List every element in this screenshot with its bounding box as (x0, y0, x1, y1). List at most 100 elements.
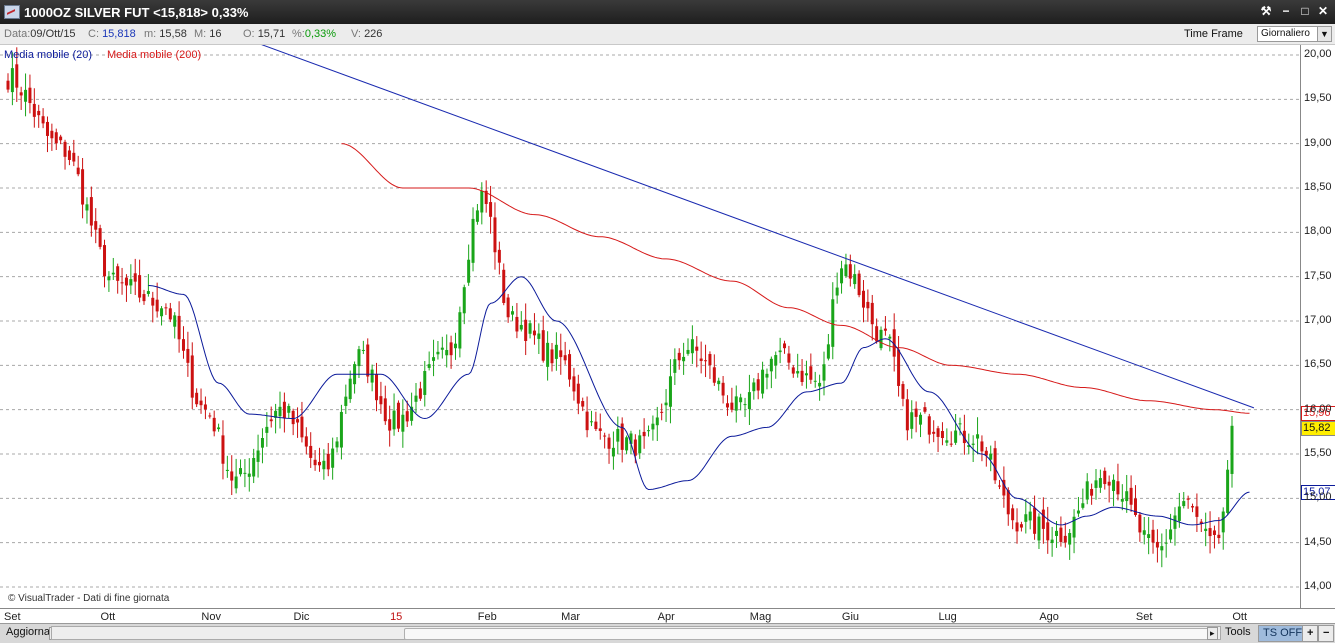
candle-up (1081, 503, 1085, 508)
candle-up (511, 311, 515, 315)
horizontal-scrollbar[interactable] (51, 626, 1221, 640)
candle-up (445, 349, 449, 356)
candle-down (594, 421, 598, 430)
candle-down (1006, 490, 1010, 515)
max-readout: M: 16 (194, 28, 222, 40)
scroll-right-arrow[interactable]: ▸ (1207, 627, 1218, 640)
candle-up (1221, 511, 1225, 533)
candle-up (322, 460, 326, 470)
candle-down (550, 349, 554, 364)
candle-up (85, 204, 89, 211)
candle-down (59, 136, 63, 141)
candle-down (177, 315, 181, 340)
scroll-thumb[interactable] (404, 628, 1218, 640)
candle-down (677, 352, 681, 361)
candle-down (6, 80, 10, 90)
candle-up (647, 430, 651, 432)
candle-up (769, 358, 773, 372)
zoom-in-button[interactable]: + (1302, 625, 1319, 642)
candle-up (436, 351, 440, 355)
candle-down (133, 273, 137, 282)
candle-up (528, 323, 532, 334)
close-button[interactable]: ✕ (1315, 3, 1331, 19)
tools-icon[interactable]: ⚒ (1258, 3, 1274, 19)
candle-down (300, 416, 304, 438)
candle-down (927, 416, 931, 435)
candle-down (1208, 528, 1212, 537)
candle-down (67, 150, 71, 160)
candle-up (668, 376, 672, 407)
chart-app-icon (4, 5, 20, 19)
candle-up (361, 349, 365, 351)
candle-up (1094, 480, 1098, 488)
price-axis: 15,96 15,82 15,07 14,00 14,50 15,00 15,50 16… (1300, 45, 1335, 608)
candle-down (695, 346, 699, 351)
candle-down (730, 402, 734, 410)
y-tick-label: 19,50 (1304, 92, 1332, 105)
x-tick-label: Apr (657, 611, 675, 623)
candle-up (1142, 530, 1146, 535)
update-button[interactable]: Aggiorna (2, 625, 54, 640)
x-tick-label: Mag (749, 611, 772, 623)
candle-up (1098, 478, 1102, 488)
y-tick-label: 17,50 (1304, 269, 1332, 282)
candle-down (37, 110, 41, 116)
candle-up (945, 440, 949, 443)
candle-down (181, 339, 185, 351)
timeframe-value: Giornaliero (1261, 28, 1310, 39)
candle-down (901, 384, 905, 399)
y-tick-label: 20,00 (1304, 48, 1332, 60)
candle-down (905, 399, 909, 431)
candle-up (589, 421, 593, 423)
tools-button[interactable]: Tools (1221, 625, 1255, 640)
candle-up (765, 373, 769, 378)
candle-up (344, 396, 348, 406)
candle-up (331, 448, 335, 468)
bottom-toolbar: Aggiorna ◂ ▸ Tools TS OFF + − (0, 623, 1335, 643)
candle-down (642, 431, 646, 437)
candle-down (756, 379, 760, 391)
candle-down (388, 419, 392, 431)
candle-down (19, 92, 23, 96)
candle-up (453, 343, 457, 349)
chevron-down-icon[interactable]: ▼ (1317, 27, 1331, 41)
candle-down (313, 459, 317, 466)
candle-down (787, 353, 791, 363)
candle-down (76, 167, 80, 175)
minimize-button[interactable]: − (1278, 3, 1294, 19)
candle-up (357, 349, 361, 367)
candle-down (72, 152, 76, 162)
candle-up (146, 291, 150, 294)
candle-down (704, 360, 708, 362)
candle-up (239, 468, 243, 475)
y-tick-label: 15,50 (1304, 447, 1332, 459)
candle-down (309, 445, 313, 458)
candle-down (195, 392, 199, 405)
timeframe-select[interactable]: Giornaliero ▼ (1257, 26, 1332, 42)
y-tick-label: 16,50 (1304, 358, 1332, 371)
candle-up (655, 417, 659, 426)
ts-off-button[interactable]: TS OFF (1258, 625, 1308, 642)
candle-down (1103, 470, 1107, 485)
candle-up (752, 382, 756, 392)
candle-down (783, 343, 787, 349)
candle-up (761, 369, 765, 394)
candle-up (1169, 529, 1173, 540)
candle-down (116, 266, 120, 281)
candle-up (1037, 516, 1041, 541)
ma200-line (341, 143, 1250, 414)
min-readout: m: 15,58 (144, 28, 187, 40)
price-chart[interactable] (0, 41, 1300, 608)
candle-up (774, 355, 778, 366)
candle-up (844, 264, 848, 277)
chart-area[interactable]: Media mobile (20) Media mobile (200) © V… (0, 41, 1300, 608)
candle-up (339, 411, 343, 448)
zoom-out-button[interactable]: − (1318, 625, 1335, 642)
candle-up (673, 359, 677, 373)
candle-down (63, 141, 67, 157)
candle-up (611, 447, 615, 457)
candle-up (1230, 425, 1234, 474)
x-tick-label: Ago (1039, 611, 1059, 623)
candle-down (997, 485, 1001, 487)
maximize-button[interactable]: □ (1297, 3, 1313, 19)
